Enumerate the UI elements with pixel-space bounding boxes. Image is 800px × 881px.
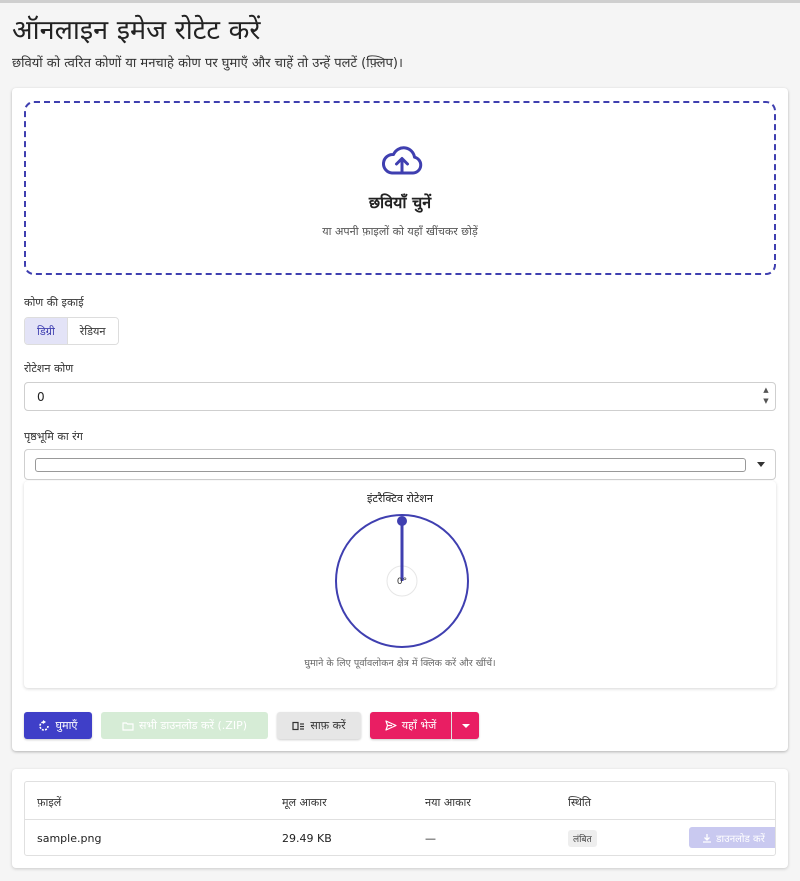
background-color-label: पृष्ठभूमि का रंग xyxy=(24,430,83,443)
clear-button[interactable]: साफ़ करें xyxy=(277,712,361,739)
files-card: फ़ाइलें मूल आकार नया आकार स्थिति sample.… xyxy=(12,769,788,868)
rotate-icon xyxy=(39,719,50,731)
send-to-button[interactable]: यहाँ भेजें xyxy=(370,712,451,739)
rotation-angle-value: 0 xyxy=(37,390,45,404)
header-status: स्थिति xyxy=(568,796,592,809)
chevron-down-icon xyxy=(757,462,765,467)
original-size: 29.49 KB xyxy=(282,832,332,845)
dropzone-hint: या अपनी फ़ाइलों को यहाँ खींचकर छोड़ें xyxy=(322,225,478,238)
files-table: फ़ाइलें मूल आकार नया आकार स्थिति sample.… xyxy=(24,781,776,856)
rotation-angle-input[interactable]: 0 ▲ ▼ xyxy=(24,382,776,411)
unit-radian-button[interactable]: रेडियन xyxy=(67,318,118,344)
spin-down-icon[interactable]: ▼ xyxy=(761,396,771,407)
send-dropdown-button[interactable] xyxy=(452,712,479,739)
rotate-label: घुमाएँ xyxy=(55,719,78,732)
rotate-button[interactable]: घुमाएँ xyxy=(24,712,92,739)
page-title: ऑनलाइन इमेज रोटेट करें xyxy=(12,15,261,46)
row-download-button[interactable]: डाउनलोड करें xyxy=(689,827,775,848)
folder-icon xyxy=(122,721,134,731)
download-all-label: सभी डाउनलोड करें (.ZIP) xyxy=(138,719,247,732)
preview-title: इंटरैक्टिव रोटेशन xyxy=(367,492,433,505)
angle-readout: 0° xyxy=(397,577,407,587)
file-name: sample.png xyxy=(37,832,102,845)
top-border xyxy=(0,0,800,3)
dropzone-title: छवियाँ चुनें xyxy=(368,193,432,212)
status-badge: लंबित xyxy=(568,830,597,847)
header-new-size: नया आकार xyxy=(425,796,471,809)
angle-unit-label: कोण की इकाई xyxy=(24,296,84,309)
rotation-angle-label: रोटेशन कोण xyxy=(24,362,74,375)
download-icon xyxy=(703,833,712,843)
new-size: — xyxy=(425,832,436,845)
download-all-zip-button[interactable]: सभी डाउनलोड करें (.ZIP) xyxy=(101,712,268,739)
send-label: यहाँ भेजें xyxy=(401,719,437,732)
table-divider xyxy=(25,819,775,820)
cloud-upload-icon xyxy=(382,146,423,175)
header-files: फ़ाइलें xyxy=(37,796,62,809)
file-dropzone[interactable]: छवियाँ चुनें या अपनी फ़ाइलों को यहाँ खीं… xyxy=(24,101,776,275)
unit-degree-button[interactable]: डिग्री xyxy=(25,318,68,344)
background-color-select[interactable] xyxy=(24,449,776,480)
spin-up-icon[interactable]: ▲ xyxy=(761,385,771,396)
clear-label: साफ़ करें xyxy=(310,719,346,732)
rotation-preview[interactable]: इंटरैक्टिव रोटेशन 0° घुमाने के लिए पूर्व… xyxy=(24,481,776,688)
row-download-label: डाउनलोड करें xyxy=(716,833,765,845)
number-spinner[interactable]: ▲ ▼ xyxy=(761,385,771,407)
caret-down-icon xyxy=(461,723,470,728)
rotate-tool-card: छवियाँ चुनें या अपनी फ़ाइलों को यहाँ खीं… xyxy=(12,88,788,751)
preview-hint: घुमाने के लिए पूर्वावलोकन क्षेत्र में क्… xyxy=(304,658,496,669)
page-subtitle: छवियों को त्वरित कोणों या मनचाहे कोण पर … xyxy=(12,56,403,71)
dial-handle xyxy=(397,516,407,526)
send-icon xyxy=(385,720,397,731)
angle-unit-toggle: डिग्री रेडियन xyxy=(24,317,119,345)
clear-list-icon xyxy=(292,721,305,730)
rotation-dial[interactable]: 0° xyxy=(332,507,472,652)
color-swatch xyxy=(35,458,746,472)
header-original-size: मूल आकार xyxy=(282,796,327,809)
